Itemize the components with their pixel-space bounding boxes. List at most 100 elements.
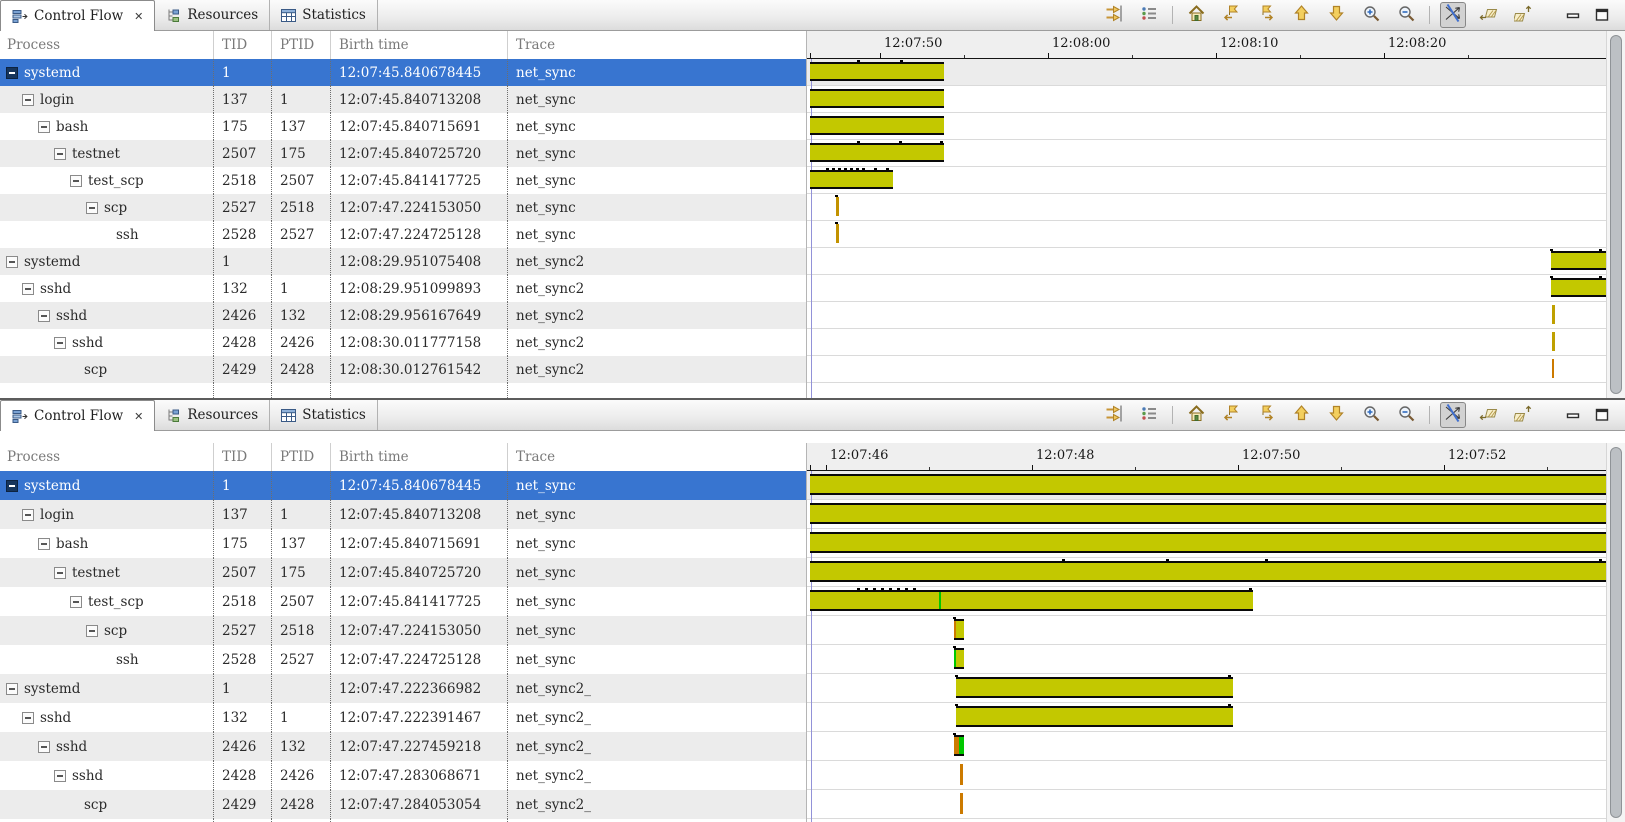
collapse-expander-icon[interactable] — [70, 596, 82, 608]
state-bar[interactable] — [1552, 359, 1554, 378]
button-home[interactable] — [1183, 2, 1209, 28]
button-zoom-in[interactable] — [1358, 2, 1384, 28]
collapse-expander-icon[interactable] — [86, 625, 98, 637]
button-follow-backward[interactable] — [1475, 402, 1501, 428]
state-bar[interactable] — [810, 170, 893, 189]
minimize-button[interactable] — [1564, 6, 1582, 24]
column-header-trace[interactable]: Trace — [507, 31, 806, 59]
column-header-process[interactable]: Process — [0, 31, 213, 59]
table-row[interactable]: scp2429242812:08:30.012761542net_sync2 — [0, 356, 806, 383]
button-hide-arrows[interactable] — [1440, 2, 1466, 28]
column-header-ptid[interactable]: PTID — [271, 31, 330, 59]
table-row[interactable]: sshd132112:07:47.222391467net_sync2_ — [0, 703, 806, 732]
collapse-expander-icon[interactable] — [38, 310, 50, 322]
table-row[interactable]: sshd242613212:08:29.956167649net_sync2 — [0, 302, 806, 329]
tab-resources[interactable]: Resources — [155, 400, 270, 430]
close-icon[interactable]: ✕ — [134, 11, 143, 22]
table-row[interactable]: systemd112:08:29.951075408net_sync2 — [0, 248, 806, 275]
button-filter-list[interactable] — [1136, 402, 1162, 428]
table-row[interactable]: login137112:07:45.840713208net_sync — [0, 500, 806, 529]
collapse-expander-icon[interactable] — [86, 202, 98, 214]
button-up[interactable] — [1288, 402, 1314, 428]
column-header-birth-time[interactable]: Birth time — [330, 31, 507, 59]
state-bar[interactable] — [810, 532, 1606, 553]
state-bar[interactable] — [810, 143, 944, 162]
state-bar[interactable] — [810, 503, 1606, 524]
table-row[interactable]: sshd2428242612:07:47.283068671net_sync2_ — [0, 761, 806, 790]
button-down[interactable] — [1323, 2, 1349, 28]
state-bar[interactable] — [954, 735, 964, 756]
column-header-ptid[interactable]: PTID — [271, 443, 330, 471]
button-home[interactable] — [1183, 402, 1209, 428]
collapse-expander-icon[interactable] — [22, 94, 34, 106]
column-header-birth-time[interactable]: Birth time — [330, 443, 507, 471]
tab-statistics[interactable]: Statistics — [270, 0, 378, 30]
state-bar[interactable] — [954, 619, 964, 640]
button-follow-forward[interactable] — [1510, 2, 1536, 28]
state-bar[interactable] — [810, 561, 1606, 582]
table-row[interactable]: sshd2428242612:08:30.011777158net_sync2 — [0, 329, 806, 356]
button-up[interactable] — [1288, 2, 1314, 28]
state-bar[interactable] — [810, 474, 1606, 495]
column-header-tid[interactable]: TID — [213, 443, 271, 471]
state-bar[interactable] — [810, 89, 944, 108]
table-row[interactable]: testnet250717512:07:45.840725720net_sync — [0, 558, 806, 587]
tab-statistics[interactable]: Statistics — [270, 400, 378, 430]
table-row[interactable]: systemd112:07:45.840678445net_sync — [0, 59, 806, 86]
column-header-trace[interactable]: Trace — [507, 443, 806, 471]
collapse-expander-icon[interactable] — [22, 283, 34, 295]
button-down[interactable] — [1323, 402, 1349, 428]
button-align-views[interactable] — [1101, 402, 1127, 428]
close-icon[interactable]: ✕ — [134, 411, 143, 422]
column-header-tid[interactable]: TID — [213, 31, 271, 59]
collapse-expander-icon[interactable] — [54, 770, 66, 782]
state-bar[interactable] — [960, 764, 963, 785]
state-bar[interactable] — [836, 224, 839, 243]
table-row[interactable]: bash17513712:07:45.840715691net_sync — [0, 529, 806, 558]
state-bar[interactable] — [810, 590, 1253, 611]
collapse-expander-icon[interactable] — [54, 567, 66, 579]
collapse-expander-icon[interactable] — [54, 148, 66, 160]
table-row[interactable]: scp2429242812:07:47.284053054net_sync2_ — [0, 790, 806, 819]
tab-resources[interactable]: Resources — [155, 0, 270, 30]
table-row[interactable]: test_scp2518250712:07:45.841417725net_sy… — [0, 167, 806, 194]
button-align-views[interactable] — [1101, 2, 1127, 28]
button-zoom-in[interactable] — [1358, 402, 1384, 428]
time-axis[interactable]: 12:07:5012:08:0012:08:1012:08:20 — [807, 31, 1607, 59]
table-row[interactable]: sshd132112:08:29.951099893net_sync2 — [0, 275, 806, 302]
table-row[interactable]: ssh2528252712:07:47.224725128net_sync — [0, 221, 806, 248]
button-hide-arrows[interactable] — [1440, 402, 1466, 428]
collapse-expander-icon[interactable] — [38, 741, 50, 753]
state-bar[interactable] — [956, 706, 1233, 727]
table-row[interactable]: testnet250717512:07:45.840725720net_sync — [0, 140, 806, 167]
collapse-expander-icon[interactable] — [54, 337, 66, 349]
scrollbar-thumb[interactable] — [1610, 447, 1622, 818]
table-row[interactable]: ssh2528252712:07:47.224725128net_sync — [0, 645, 806, 674]
table-row[interactable]: test_scp2518250712:07:45.841417725net_sy… — [0, 587, 806, 616]
tab-control-flow[interactable]: Control Flow✕ — [0, 0, 155, 31]
table-row[interactable]: systemd112:07:45.840678445net_sync — [0, 471, 806, 500]
button-previous-marker[interactable] — [1218, 2, 1244, 28]
collapse-expander-icon[interactable] — [38, 121, 50, 133]
state-bar[interactable] — [956, 677, 1233, 698]
state-bar[interactable] — [810, 62, 944, 81]
vertical-scrollbar[interactable] — [1606, 31, 1625, 398]
table-row[interactable]: sshd242613212:07:47.227459218net_sync2_ — [0, 732, 806, 761]
table-row[interactable]: login137112:07:45.840713208net_sync — [0, 86, 806, 113]
scrollbar-thumb[interactable] — [1610, 35, 1622, 394]
state-bar[interactable] — [1552, 305, 1555, 324]
minimize-button[interactable] — [1564, 406, 1582, 424]
collapse-expander-icon[interactable] — [38, 538, 50, 550]
collapse-expander-icon[interactable] — [70, 175, 82, 187]
state-bar[interactable] — [810, 116, 944, 135]
button-next-marker[interactable] — [1253, 402, 1279, 428]
maximize-button[interactable] — [1593, 6, 1611, 24]
collapse-expander-icon[interactable] — [22, 509, 34, 521]
state-bar[interactable] — [960, 793, 963, 814]
button-follow-forward[interactable] — [1510, 402, 1536, 428]
table-row[interactable]: scp2527251812:07:47.224153050net_sync — [0, 194, 806, 221]
collapse-expander-icon[interactable] — [22, 712, 34, 724]
table-row[interactable]: bash17513712:07:45.840715691net_sync — [0, 113, 806, 140]
button-filter-list[interactable] — [1136, 2, 1162, 28]
column-header-process[interactable]: Process — [0, 443, 213, 471]
